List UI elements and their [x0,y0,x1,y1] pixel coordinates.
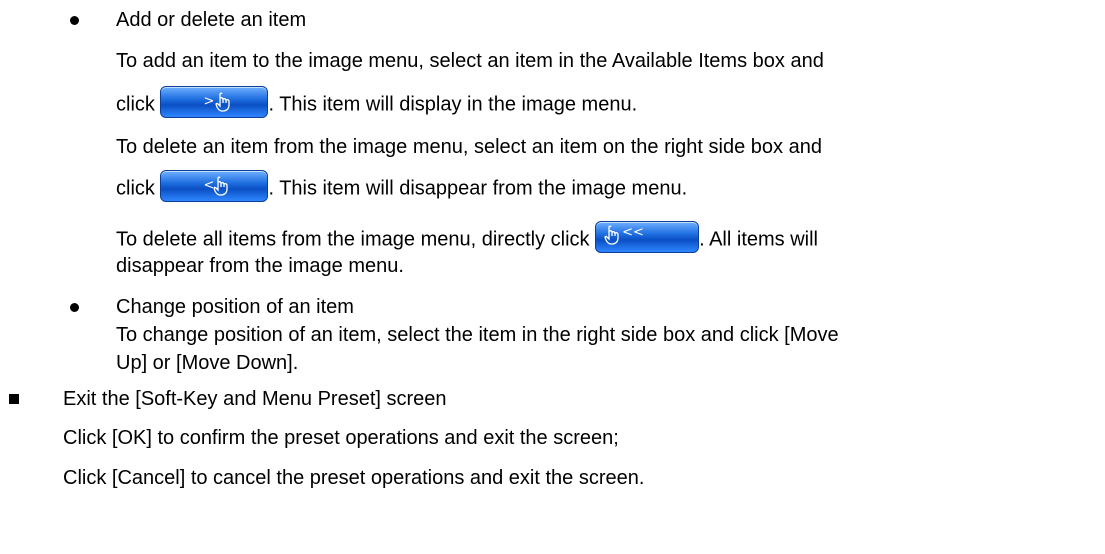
remove-all-button-image: << [595,221,700,253]
bullet-title-position: Change position of an item [116,296,354,318]
delete-all-before-text: To delete all items from the image menu,… [116,228,590,251]
bullet-dot [70,16,79,25]
add-instruction-line: To add an item to the image menu, select… [116,50,824,72]
add-click-text: click [116,93,155,116]
delete-after-text: . This item will disappear from the imag… [268,177,688,200]
remove-item-button-image: < [160,170,269,202]
bullet-dot [70,303,79,312]
position-instruction-line: To change position of an item, select th… [116,324,839,346]
bullet-title-add-delete: Add or delete an item [116,9,307,31]
remove-all-glyph: << [622,225,644,240]
delete-instruction-line: To delete an item from the image menu, s… [116,136,822,158]
exit-cancel-line: Click [Cancel] to cancel the preset oper… [63,467,645,489]
exit-ok-line: Click [OK] to confirm the preset operati… [63,427,619,449]
bullet-square [9,394,19,404]
delete-all-after-text: . All items will [699,228,818,251]
add-instruction-line-2: click > . This item will display in the … [116,86,638,118]
delete-click-text: click [116,177,155,200]
hand-pointer-icon [213,176,229,208]
hand-pointer-icon [604,225,620,257]
bullet-title-exit: Exit the [Soft-Key and Menu Preset] scre… [63,388,447,410]
delete-all-instruction-line: To delete all items from the image menu,… [116,221,818,253]
delete-all-instruction-line-2: disappear from the image menu. [116,255,404,277]
hand-pointer-icon [215,92,231,124]
add-after-text: . This item will display in the image me… [268,93,638,116]
add-glyph: > [203,94,215,109]
delete-instruction-line-2: click < . This item will disappear from … [116,170,688,202]
add-item-button-image: > [160,86,269,118]
position-instruction-line-2: Up] or [Move Down]. [116,352,299,374]
